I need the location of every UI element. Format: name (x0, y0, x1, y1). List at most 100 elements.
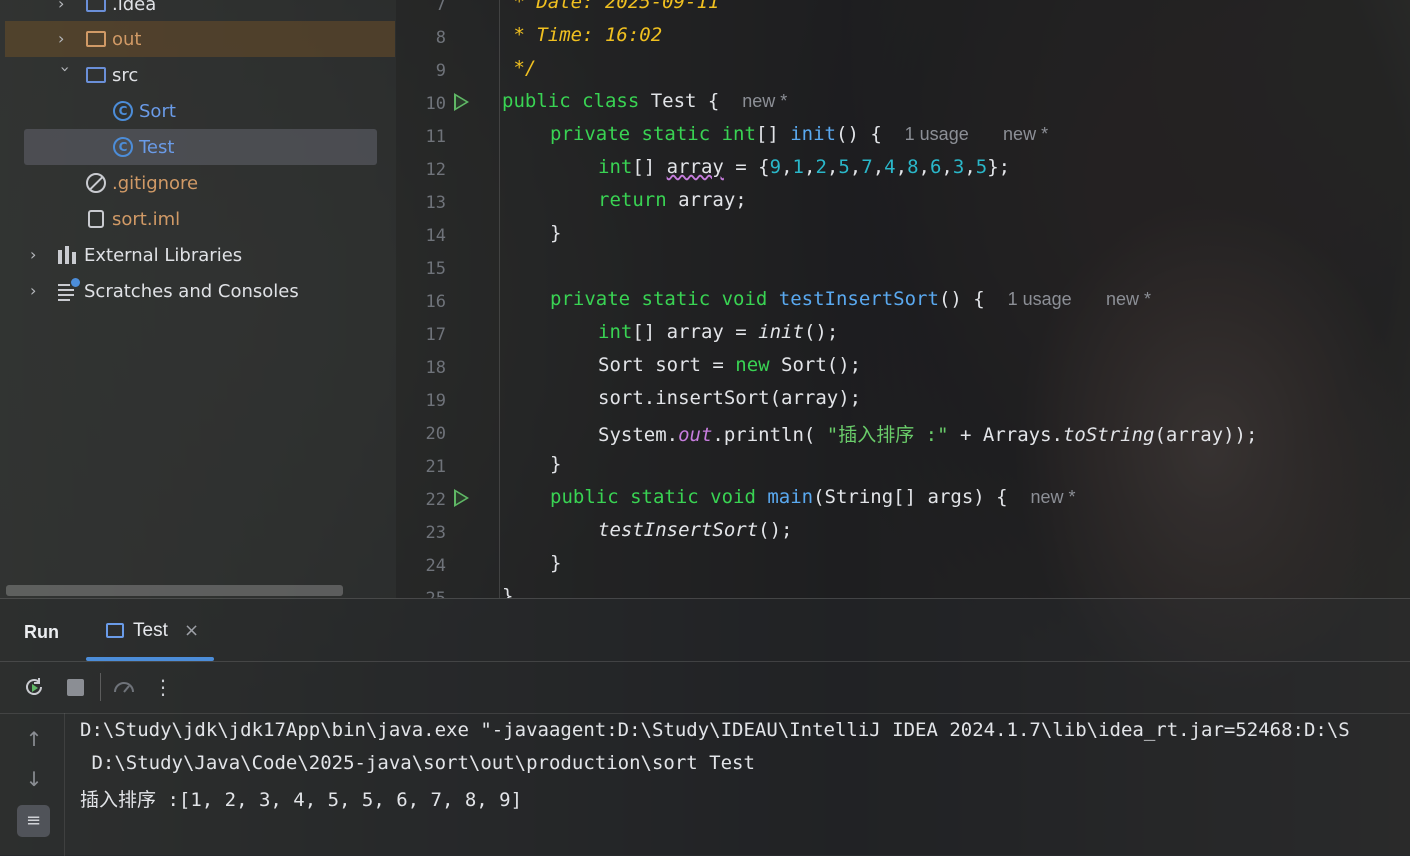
code-line-12: int[] array = {9,1,2,5,7,4,8,6,3,5}; (598, 156, 1011, 178)
line-number: 15 (425, 259, 446, 279)
code-line-20: System.out.println( "插入排序 :" + Arrays.to… (598, 424, 1258, 446)
usage-hint: 1 usage (904, 124, 969, 144)
run-gutter-icon[interactable] (454, 93, 469, 111)
code-line-13: return array; (598, 189, 747, 211)
arrow-up-icon[interactable]: ↑ (22, 727, 46, 751)
code-line-23: testInsertSort(); (598, 519, 793, 541)
run-tab-bar: Run Test × (0, 599, 1410, 662)
gutter-divider (499, 0, 500, 598)
tree-item-sort[interactable]: C Sort (113, 93, 176, 129)
inlay-hint: new * (742, 91, 788, 111)
console-icon (106, 623, 124, 638)
module-file-icon (88, 210, 104, 228)
tree-item-label: out (112, 28, 142, 50)
line-number: 11 (425, 127, 446, 147)
code-line-16: private static void testInsertSort() { 1… (550, 288, 1152, 310)
source-folder-icon (86, 67, 106, 83)
line-number: 8 (435, 28, 446, 48)
line-number: 16 (425, 292, 446, 312)
tree-item-gitignore[interactable]: .gitignore (86, 165, 198, 201)
line-number: 9 (435, 61, 446, 81)
line-number: 12 (425, 160, 446, 180)
inlay-hint: new * (1105, 289, 1152, 309)
project-tree: › .idea › out › src C Sort C Test .gitig… (0, 0, 396, 598)
line-number: 24 (425, 556, 446, 576)
class-icon: C (113, 101, 133, 121)
toolbar-divider (100, 673, 101, 701)
code-line-19: sort.insertSort(array); (598, 387, 862, 409)
code-line-17: int[] array = init(); (598, 321, 839, 343)
scratches-icon (58, 278, 80, 301)
tree-item-label: sort.iml (112, 208, 181, 230)
runnable-class-icon: C (113, 137, 133, 157)
chevron-right-icon[interactable]: › (30, 247, 44, 263)
console-output-line: D:\Study\Java\Code\2025-java\sort\out\pr… (80, 752, 755, 774)
line-number: 7 (435, 0, 446, 15)
console-output-line: D:\Study\jdk\jdk17App\bin\java.exe "-jav… (80, 719, 1350, 741)
tree-item-idea[interactable]: › .idea (58, 0, 156, 22)
code-line-21: } (550, 453, 562, 475)
line-number: 25 (396, 589, 446, 598)
run-toolbar: ⋮ (0, 661, 1410, 714)
line-number: 18 (425, 358, 446, 378)
code-comment: * Date: 2025-09-11 (502, 0, 720, 13)
arrow-down-icon[interactable]: ↓ (22, 767, 46, 791)
line-number: 20 (425, 424, 446, 444)
tree-item-label: Sort (139, 100, 176, 122)
profiler-icon[interactable] (112, 675, 136, 699)
tree-item-label: .gitignore (112, 172, 199, 194)
run-panel-title: Run (24, 622, 59, 642)
line-number: 23 (425, 523, 446, 543)
code-line-14: } (550, 222, 562, 244)
line-number: 10 (425, 94, 446, 114)
more-options-icon[interactable]: ⋮ (151, 675, 175, 699)
tab-label: Test (133, 620, 168, 641)
line-number: 14 (425, 226, 446, 246)
chevron-down-icon[interactable]: › (56, 66, 75, 80)
stop-icon[interactable] (63, 675, 87, 699)
code-line-24: } (550, 552, 562, 574)
close-icon[interactable]: × (184, 620, 199, 641)
inlay-hint: new * (1030, 487, 1076, 507)
line-number: 19 (425, 391, 446, 411)
line-number: 17 (425, 325, 446, 345)
run-gutter-icon[interactable] (454, 489, 469, 507)
chevron-right-icon[interactable]: › (58, 0, 72, 12)
tree-item-label: .idea (112, 0, 157, 15)
tree-item-src[interactable]: › src (56, 57, 139, 93)
code-line-11: private static int[] init() { 1 usage ne… (550, 123, 1049, 145)
tab-test[interactable]: Test × (86, 599, 214, 661)
horizontal-scrollbar[interactable] (6, 585, 343, 596)
console-side-toolbar: ↑ ↓ ≡ (0, 713, 65, 856)
code-editor[interactable]: 7 8 9 10 11 12 13 14 15 16 17 18 19 20 2… (396, 0, 1410, 598)
libraries-icon (58, 246, 78, 264)
tree-item-test[interactable]: C Test (113, 129, 174, 165)
code-line-18: Sort sort = new Sort(); (598, 354, 862, 376)
tree-item-scratches[interactable]: › Scratches and Consoles (30, 273, 299, 309)
tree-item-external-libraries[interactable]: › External Libraries (30, 237, 242, 273)
chevron-right-icon[interactable]: › (30, 283, 44, 299)
soft-wrap-icon[interactable]: ≡ (17, 805, 50, 837)
tree-item-label: External Libraries (84, 244, 243, 266)
line-number: 21 (425, 457, 446, 477)
code-line-22: public static void main(String[] args) {… (550, 486, 1076, 508)
rerun-icon[interactable] (22, 675, 46, 699)
folder-icon (86, 0, 106, 12)
tree-item-label: src (112, 64, 139, 86)
excluded-folder-icon (86, 31, 106, 47)
code-line-25: } (502, 585, 514, 598)
tree-item-out[interactable]: › out (58, 21, 141, 57)
code-comment: * Time: 16:02 (502, 24, 663, 46)
usage-hint: 1 usage (1007, 289, 1072, 309)
run-tool-window: Run Test × ⋮ ↑ ↓ ≡ D:\Study\jdk\jdk17App… (0, 598, 1410, 856)
ignore-file-icon (86, 173, 106, 193)
console-output-line: 插入排序 :[1, 2, 3, 4, 5, 5, 6, 7, 8, 9] (80, 789, 523, 811)
code-comment: */ (502, 57, 537, 79)
tree-item-iml[interactable]: sort.iml (88, 201, 180, 237)
code-line-10: public class Test { new * (502, 90, 788, 112)
tree-row-selected (24, 129, 377, 165)
line-number: 22 (425, 490, 446, 510)
inlay-hint: new * (1003, 124, 1049, 144)
tree-item-label: Test (139, 136, 175, 158)
chevron-right-icon[interactable]: › (58, 31, 72, 47)
